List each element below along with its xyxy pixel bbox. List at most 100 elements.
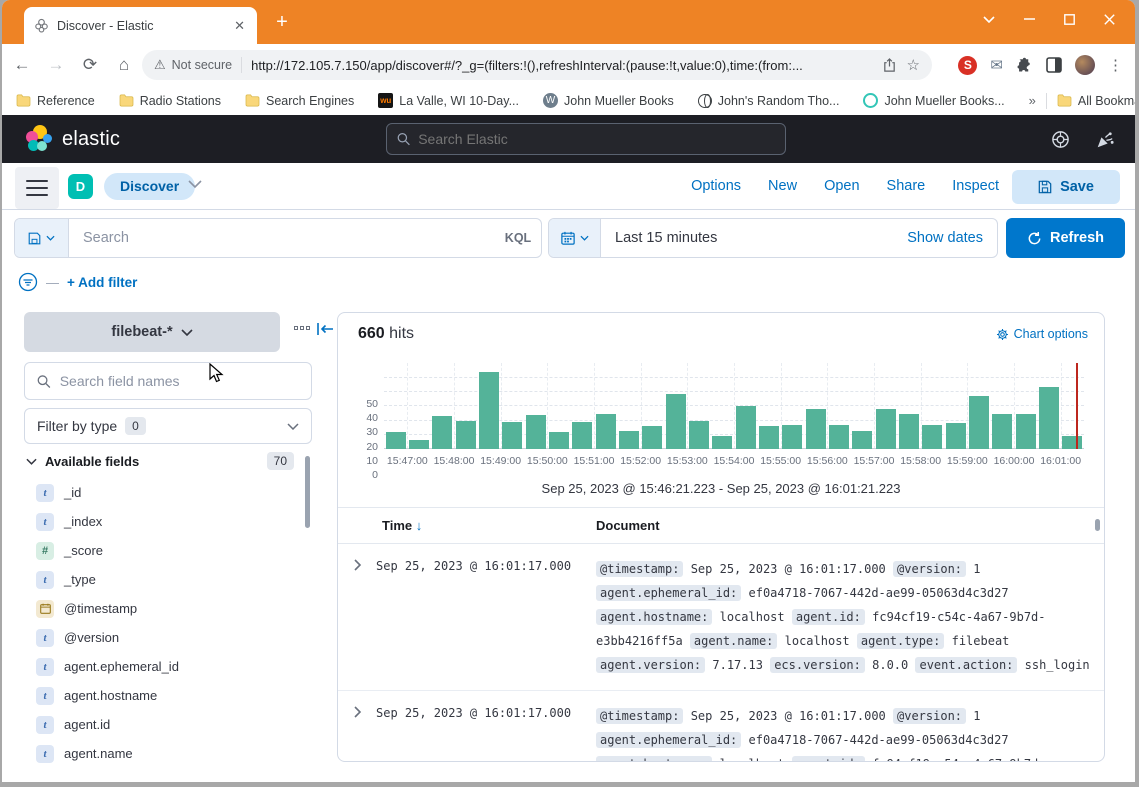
bookmark-item[interactable]: Radio Stations [119, 94, 221, 108]
toolbar-link-inspect[interactable]: Inspect [952, 178, 999, 194]
extensions-puzzle-icon[interactable] [1016, 57, 1033, 74]
histogram-bar [946, 423, 966, 449]
back-button[interactable]: ← [8, 55, 36, 75]
histogram-bar [922, 425, 942, 449]
time-range-value[interactable]: Last 15 minutes [601, 230, 907, 246]
field-type-t-icon: t [36, 745, 54, 763]
folder-icon [16, 94, 31, 107]
expand-row-icon[interactable] [354, 705, 362, 723]
bookmark-item[interactable]: John Mueller Books... [863, 93, 1004, 108]
breadcrumb-chevron-icon[interactable] [188, 180, 202, 189]
available-fields-header[interactable]: Available fields 70 [26, 452, 312, 470]
column-header-document[interactable]: Document [596, 518, 660, 533]
chart-options-button[interactable]: Chart options [996, 327, 1088, 341]
weather-icon: wu [378, 93, 393, 108]
query-search-input[interactable] [69, 219, 495, 257]
save-disk-icon [1038, 180, 1052, 194]
expand-row-icon[interactable] [354, 558, 362, 576]
discover-toolbar: D Discover Options New Open Share Inspect Sa… [2, 163, 1135, 210]
global-search[interactable] [386, 123, 786, 155]
index-pattern-label: filebeat-* [111, 324, 172, 340]
breadcrumb-discover[interactable]: Discover [104, 173, 195, 200]
browser-tab[interactable]: Discover - Elastic ✕ [24, 7, 257, 44]
show-dates-link[interactable]: Show dates [907, 230, 997, 246]
doc-field-key: agent.name: [690, 633, 777, 649]
toolbar-link-share[interactable]: Share [887, 178, 926, 194]
tab-search-chevron-icon[interactable] [969, 2, 1009, 36]
date-picker-menu-button[interactable] [549, 219, 601, 257]
histogram-bar [502, 422, 522, 449]
home-button[interactable]: ⌂ [110, 55, 138, 75]
field-search-box[interactable] [24, 362, 312, 400]
sort-descending-icon[interactable]: ↓ [416, 518, 423, 533]
bookmark-item[interactable]: WJohn Mueller Books [543, 93, 674, 108]
field-filter-boxes-icon[interactable] [294, 326, 310, 330]
nav-menu-hamburger-icon[interactable] [15, 167, 59, 209]
histogram-bar [876, 409, 896, 449]
address-bar[interactable]: ⚠ Not secure http://172.105.7.150/app/di… [142, 50, 932, 80]
news-party-icon[interactable] [1096, 130, 1115, 149]
help-icon[interactable] [1051, 130, 1070, 149]
document-table: Sep 25, 2023 @ 16:01:17.000@timestamp: S… [338, 544, 1104, 762]
field-item[interactable]: t_id [24, 478, 300, 507]
bookmark-star-icon[interactable]: ☆ [907, 56, 920, 74]
table-row: Sep 25, 2023 @ 16:01:17.000@timestamp: S… [338, 544, 1104, 691]
field-item[interactable]: t_type [24, 565, 300, 594]
browser-menu-kebab-icon[interactable]: ⋮ [1108, 56, 1123, 74]
save-button[interactable]: Save [1012, 170, 1120, 204]
extension-s-icon[interactable]: S [958, 56, 977, 75]
elastic-logo[interactable] [26, 125, 54, 153]
window-close-button[interactable] [1089, 2, 1129, 36]
add-filter-link[interactable]: + Add filter [67, 275, 137, 290]
field-search-input[interactable] [60, 373, 299, 389]
side-panel-icon[interactable] [1046, 57, 1062, 73]
bookmark-label: Search Engines [266, 94, 354, 108]
filter-by-type-select[interactable]: Filter by type 0 [24, 408, 312, 444]
all-bookmarks-button[interactable]: All Bookmarks [1057, 94, 1135, 108]
url-text[interactable]: http://172.105.7.150/app/discover#/?_g=(… [251, 58, 871, 73]
filter-icon[interactable] [18, 272, 38, 292]
field-item[interactable]: t_index [24, 507, 300, 536]
toolbar-link-open[interactable]: Open [824, 178, 859, 194]
field-item[interactable]: tagent.ephemeral_id [24, 652, 300, 681]
x-axis-tick-label: 15:53:00 [662, 455, 712, 467]
table-scrollbar[interactable] [1095, 519, 1100, 531]
window-minimize-button[interactable] [1009, 2, 1049, 36]
share-icon[interactable] [882, 58, 897, 73]
tab-close-icon[interactable]: ✕ [232, 18, 247, 34]
window-maximize-button[interactable] [1049, 2, 1089, 36]
sidebar-scrollbar[interactable] [305, 456, 310, 528]
column-header-time[interactable]: Time ↓ [382, 518, 422, 533]
field-item[interactable]: tagent.hostname [24, 681, 300, 710]
x-axis-tick-label: 15:50:00 [522, 455, 572, 467]
profile-avatar[interactable] [1075, 55, 1095, 75]
collapse-sidebar-icon[interactable] [316, 322, 334, 336]
field-item[interactable]: @timestamp [24, 594, 300, 623]
field-item[interactable]: tagent.id [24, 710, 300, 739]
histogram-bar [1016, 414, 1036, 450]
bookmark-item[interactable]: wuLa Valle, WI 10-Day... [378, 93, 519, 108]
index-pattern-selector[interactable]: filebeat-* [24, 312, 280, 352]
toolbar-link-options[interactable]: Options [691, 178, 741, 194]
forward-button[interactable]: → [42, 55, 70, 75]
bookmark-item[interactable]: Search Engines [245, 94, 354, 108]
query-language-button[interactable]: KQL [495, 219, 541, 257]
field-item[interactable]: #_score [24, 536, 300, 565]
saved-query-menu-button[interactable] [15, 219, 69, 257]
reload-button[interactable]: ⟳ [76, 55, 104, 75]
field-item[interactable]: t@version [24, 623, 300, 652]
security-label[interactable]: Not secure [172, 58, 232, 72]
bookmark-item[interactable]: John's Random Tho... [698, 94, 840, 108]
toolbar-link-new[interactable]: New [768, 178, 797, 194]
bookmark-label: John's Random Tho... [718, 94, 840, 108]
bookmarks-overflow-button[interactable]: » [1029, 93, 1036, 108]
field-item[interactable]: tagent.name [24, 739, 300, 768]
global-search-input[interactable] [418, 131, 775, 147]
refresh-button[interactable]: Refresh [1006, 218, 1125, 258]
new-tab-button[interactable]: + [270, 11, 294, 35]
space-badge[interactable]: D [68, 174, 93, 199]
histogram-bar [1039, 387, 1059, 449]
not-secure-warning-icon: ⚠ [154, 57, 166, 73]
bookmark-item[interactable]: Reference [16, 94, 95, 108]
extension-mail-icon[interactable]: ✉ [990, 56, 1003, 74]
